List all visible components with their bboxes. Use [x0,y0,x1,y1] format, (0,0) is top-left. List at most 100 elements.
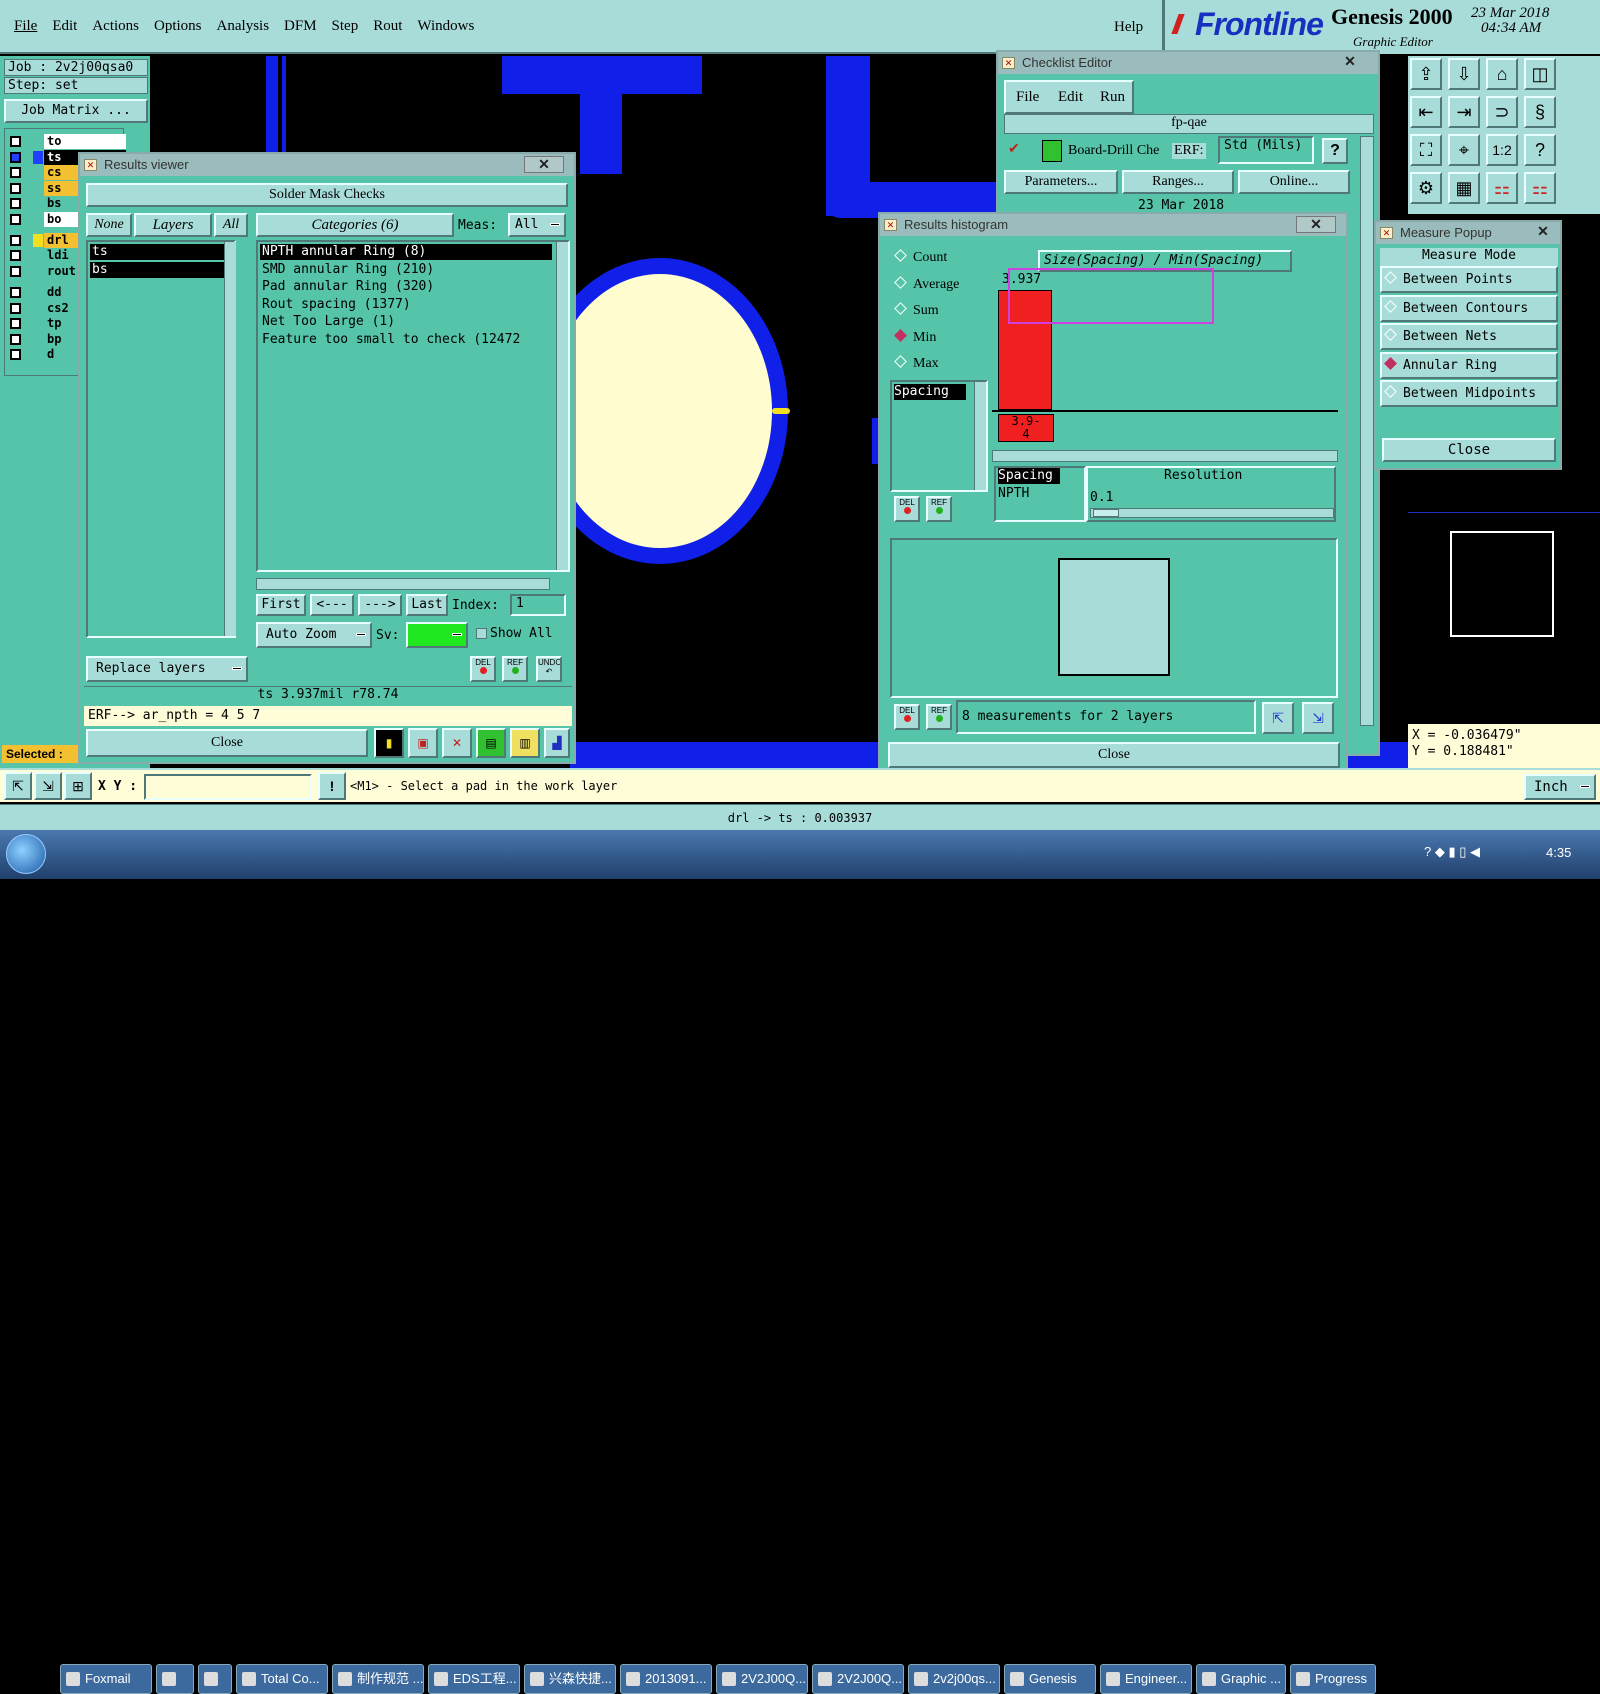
npth-pad[interactable] [548,274,772,548]
scrollbar[interactable] [974,382,986,490]
grid-icon[interactable]: ▦ [1448,172,1480,204]
taskbar-item[interactable]: Progress [1290,1664,1376,1694]
toolbar-icon[interactable]: ⇥ [1448,96,1480,128]
results-tool-icon[interactable]: ▥ [510,728,540,758]
scrollbar[interactable] [224,242,236,636]
import-icon[interactable]: ⇲ [1302,702,1334,734]
taskbar-item[interactable]: 2V2J00Q... [812,1664,904,1694]
close-icon[interactable]: ✕ [524,156,564,173]
close-icon[interactable]: ✕ [1330,54,1370,71]
layer-checkbox[interactable] [10,318,21,329]
overview-map[interactable] [1408,512,1600,724]
taskbar-item[interactable] [156,1664,194,1694]
unit-dropdown[interactable]: Inch [1524,774,1596,800]
histogram-icon[interactable]: ▟ [544,728,570,758]
taskbar-item[interactable]: 兴森快捷... [524,1664,616,1694]
online-button[interactable]: Online... [1238,170,1350,194]
toolbar-icon[interactable]: ⚙ [1410,172,1442,204]
reference-button[interactable]: REF [926,496,952,522]
category-item[interactable]: SMD annular Ring (210) [260,262,552,278]
scrollbar[interactable] [556,242,568,570]
menu-file[interactable]: File [1016,89,1039,106]
layer-checkbox[interactable] [10,214,21,225]
all-button[interactable]: All [214,213,248,237]
measure-titlebar[interactable]: ✕ Measure Popup ✕ [1376,222,1560,244]
export-icon[interactable]: ⇱ [1262,702,1294,734]
prev-button[interactable]: <--- [310,594,354,616]
resolution-slider[interactable] [1090,508,1334,518]
taskbar-item[interactable]: Genesis [1004,1664,1096,1694]
results-close-button[interactable]: Close [86,729,368,757]
category-item[interactable]: NPTH annular Ring (8) [260,244,552,260]
h-scrollbar[interactable] [992,450,1338,462]
layer-checkbox[interactable] [10,303,21,314]
toolbar-icon[interactable]: ⊃ [1486,96,1518,128]
list-item[interactable]: bs [90,262,226,278]
job-matrix-button[interactable]: Job Matrix ... [4,99,148,123]
results-tool-icon[interactable]: ▣ [408,728,438,758]
taskbar-item[interactable]: EDS工程... [428,1664,520,1694]
mode-radio-count[interactable]: Count [894,249,947,266]
histogram-titlebar[interactable]: ✕ Results histogram ✕ [880,214,1346,236]
meas-dropdown[interactable]: All [508,213,566,237]
mode-radio-max[interactable]: Max [894,355,939,372]
layer-checkbox[interactable] [10,287,21,298]
reference-button[interactable]: REF [502,656,528,682]
toolbar-icon[interactable]: ⇩ [1448,58,1480,90]
menu-analysis[interactable]: Analysis [217,18,270,35]
toolbar-icon[interactable]: ⚏ [1524,172,1556,204]
menu-run[interactable]: Run [1100,89,1125,106]
menu-options[interactable]: Options [154,18,202,35]
layer-result-list[interactable]: ts bs [86,240,236,638]
menu-help[interactable]: Help [1114,19,1143,36]
grid-snap-icon[interactable]: ⊞ [64,772,92,800]
toolbar-icon[interactable]: ⇤ [1410,96,1442,128]
slider-thumb[interactable] [1093,509,1119,517]
sv-color-dropdown[interactable] [406,622,468,648]
delete-button[interactable]: DEL [894,704,920,730]
layer-checkbox[interactable] [10,198,21,209]
taskbar-item[interactable]: Foxmail [60,1664,152,1694]
taskbar-item[interactable]: Total Co... [236,1664,328,1694]
toolbar-icon[interactable]: ◫ [1524,58,1556,90]
layer-checkbox[interactable] [10,250,21,261]
measure-mode-between-midpoints[interactable]: Between Midpoints [1380,380,1558,407]
list-item[interactable]: ts [90,244,226,260]
menu-rout[interactable]: Rout [373,18,402,35]
zoom-fit-icon[interactable]: ⛶ [1410,134,1442,166]
spacing-list[interactable]: Spacing NPTH [994,466,1086,522]
layer-checkbox[interactable] [10,334,21,345]
layer-checkbox[interactable] [10,136,21,147]
menu-edit[interactable]: Edit [1058,89,1083,106]
category-item[interactable]: Feature too small to check (12472 [260,332,552,348]
menu-dfm[interactable]: DFM [284,18,317,35]
category-item[interactable]: Pad annular Ring (320) [260,279,552,295]
checklist-titlebar[interactable]: ✕ Checklist Editor ✕ [998,52,1378,74]
mode-radio-min[interactable]: Min [894,328,936,346]
list-item[interactable]: NPTH [998,486,1029,501]
undo-button[interactable]: UNDO ↶ [536,656,562,682]
erf-field[interactable]: Std (Mils) [1218,136,1314,164]
next-button[interactable]: ---> [358,594,402,616]
auto-zoom-dropdown[interactable]: Auto Zoom [256,622,372,648]
home-icon[interactable]: ⌂ [1486,58,1518,90]
layer-checkbox[interactable] [10,152,21,163]
layers-button[interactable]: Layers [134,213,212,237]
categories-button[interactable]: Categories (6) [256,213,454,237]
results-tool-icon[interactable]: ▮ [374,728,404,758]
show-all-checkbox[interactable] [476,628,487,639]
measure-mode-between-nets[interactable]: Between Nets [1380,323,1558,350]
measure-close-button[interactable]: Close [1382,438,1556,462]
menu-file[interactable]: File [14,18,37,35]
measure-mode-between-contours[interactable]: Between Contours [1380,294,1558,322]
toolbar-icon[interactable]: ⌖ [1448,134,1480,166]
category-item[interactable]: Net Too Large (1) [260,314,552,330]
menu-windows[interactable]: Windows [417,18,474,35]
toolbar-icon[interactable]: ⇪ [1410,58,1442,90]
mode-radio-average[interactable]: Average [894,275,959,293]
snap-icon[interactable]: ⇲ [34,772,62,800]
taskbar-item[interactable]: Graphic ... [1196,1664,1286,1694]
layer-checkbox[interactable] [10,266,21,277]
category-item[interactable]: Rout spacing (1377) [260,297,552,313]
results-tool-icon[interactable]: ✕ [442,728,472,758]
